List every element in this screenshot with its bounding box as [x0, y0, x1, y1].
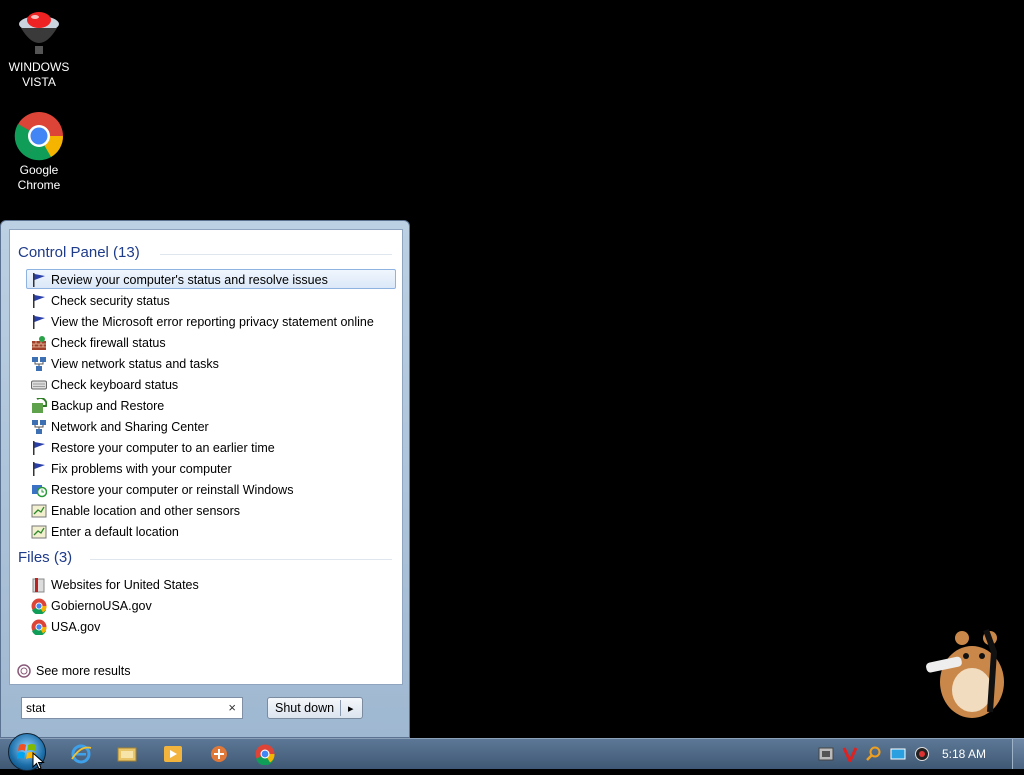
mouse-cursor-icon	[32, 752, 45, 770]
tray-search-icon[interactable]	[866, 746, 882, 762]
tray-volume-icon[interactable]	[914, 746, 930, 762]
chrome-icon[interactable]	[254, 743, 276, 765]
search-results-pane: Control Panel (13) Review your computer'…	[9, 229, 403, 685]
desktop-icon-label: WINDOWS VISTA	[8, 60, 70, 89]
flag-icon	[33, 462, 45, 476]
group-header-control-panel: Control Panel (13)	[18, 244, 140, 261]
start-menu: Control Panel (13) Review your computer'…	[0, 220, 410, 738]
result-view-network-status[interactable]: View network status and tasks	[26, 353, 396, 373]
result-fix-problems[interactable]: Fix problems with your computer	[26, 458, 396, 478]
search-icon	[17, 664, 31, 678]
result-enter-default-location[interactable]: Enter a default location	[26, 521, 396, 541]
network-icon	[32, 420, 46, 434]
sensor-icon	[31, 525, 47, 539]
group-header-files: Files (3)	[18, 549, 73, 566]
keyboard-icon	[31, 380, 47, 390]
group-divider	[160, 254, 392, 255]
flag-icon	[33, 294, 45, 308]
start-search-input[interactable]	[26, 700, 216, 716]
shut-down-divider	[340, 700, 341, 716]
result-backup-and-restore[interactable]: Backup and Restore	[26, 395, 396, 415]
network-icon	[32, 357, 46, 371]
result-restore-earlier-time[interactable]: Restore your computer to an earlier time	[26, 437, 396, 457]
result-network-sharing-center[interactable]: Network and Sharing Center	[26, 416, 396, 436]
taskbar-clock[interactable]: 5:18 AM	[942, 747, 986, 761]
app-icon[interactable]	[208, 743, 230, 765]
start-search-box[interactable]: ×	[21, 697, 243, 719]
chrome-icon	[31, 598, 47, 614]
restore-icon	[32, 485, 47, 498]
desktop-icon-windows-vista[interactable]: WINDOWS VISTA	[1, 6, 77, 90]
taskbar: 5:18 AM	[0, 733, 1024, 771]
explorer-icon[interactable]	[116, 743, 138, 765]
desktop-icon-label: Google Chrome	[17, 163, 61, 192]
sensor-icon	[31, 504, 47, 518]
flag-icon	[33, 315, 45, 329]
result-check-firewall-status[interactable]: Check firewall status	[26, 332, 396, 352]
result-check-security-status[interactable]: Check security status	[26, 290, 396, 310]
result-review-computer-status[interactable]: Review your computer's status and resolv…	[26, 269, 396, 289]
result-gobiernousa[interactable]: GobiernoUSA.gov	[26, 595, 396, 615]
backup-icon	[32, 398, 47, 413]
result-view-error-reporting-statement[interactable]: View the Microsoft error reporting priva…	[26, 311, 396, 331]
clear-search-icon[interactable]: ×	[228, 700, 236, 715]
result-usa-gov[interactable]: USA.gov	[26, 616, 396, 636]
shut-down-button[interactable]: Shut down ▸	[267, 697, 363, 719]
result-check-keyboard-status[interactable]: Check keyboard status	[26, 374, 396, 394]
result-restore-or-reinstall[interactable]: Restore your computer or reinstall Windo…	[26, 479, 396, 499]
desktop-icon-google-chrome[interactable]: Google Chrome	[1, 111, 77, 193]
result-enable-location-sensors[interactable]: Enable location and other sensors	[26, 500, 396, 520]
result-websites-for-united-states[interactable]: Websites for United States	[26, 574, 396, 594]
tray-antivirus-icon[interactable]	[842, 746, 858, 762]
flag-icon	[33, 441, 45, 455]
chrome-icon	[14, 112, 64, 161]
firewall-icon	[32, 336, 46, 350]
flag-icon	[33, 273, 45, 287]
tray-display-icon[interactable]	[890, 746, 906, 762]
vista-icon	[19, 12, 59, 54]
ie-icon[interactable]	[70, 743, 92, 765]
folder-icon	[32, 578, 45, 593]
media-player-icon[interactable]	[162, 743, 184, 765]
shut-down-options-arrow-icon[interactable]: ▸	[348, 702, 354, 715]
show-desktop-button[interactable]	[1012, 739, 1024, 769]
tray-network-icon[interactable]	[818, 746, 834, 762]
group-divider	[90, 559, 392, 560]
chrome-icon	[31, 619, 47, 635]
hamster-mascot-icon	[926, 628, 1004, 718]
